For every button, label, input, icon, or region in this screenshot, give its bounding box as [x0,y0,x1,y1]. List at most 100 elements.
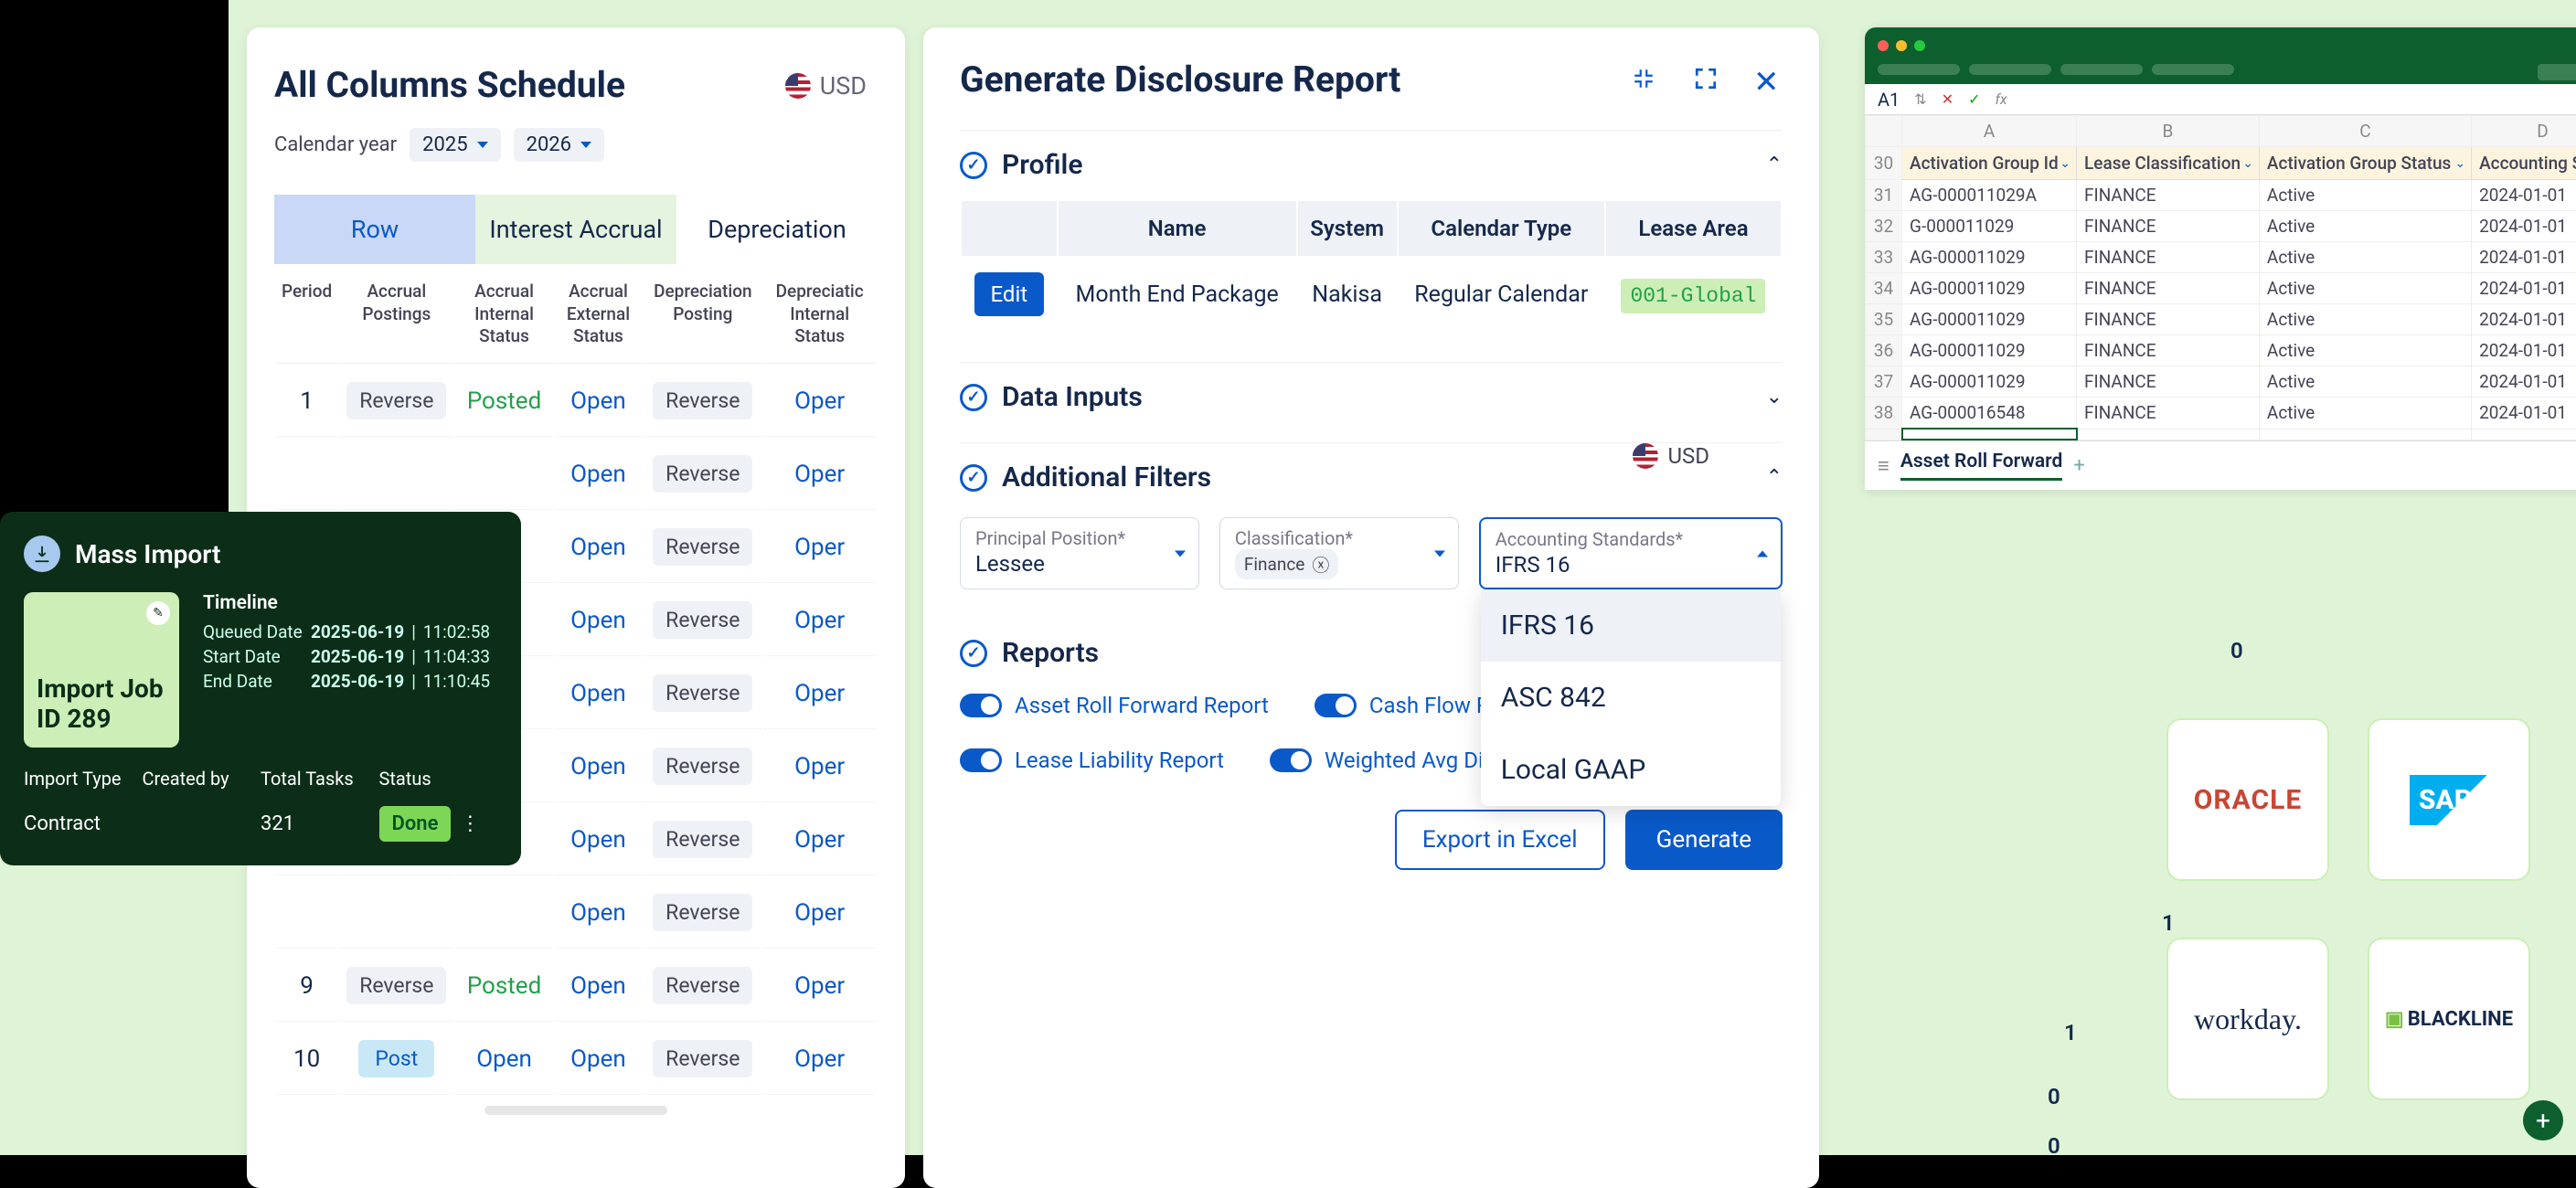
tab-interest-accrual[interactable]: Interest Accrual [475,195,676,264]
chevron-down-icon [477,142,488,148]
principal-position-dropdown[interactable]: Principal Position* Lessee [960,517,1199,589]
chevron-down-icon: ⌄ [2454,156,2465,171]
table-row: 10PostOpenOpenReverseOper [276,1024,876,1095]
table-row[interactable]: 38AG-000016548FINANCEActive2024-01-01 [1866,398,2576,430]
accept-icon[interactable]: ✓ [1968,90,1980,108]
reverse-button[interactable]: Reverse [653,894,752,931]
reverse-button[interactable]: Reverse [653,601,752,639]
timeline-block: Timeline Queued Date2025-06-19|11:02:58 … [203,592,490,748]
flag-icon [785,73,811,99]
reverse-button[interactable]: Reverse [346,382,446,419]
table-row[interactable]: 33AG-000011029FINANCEActive2024-01-01 [1866,242,2576,273]
chevron-down-icon[interactable]: ⌄ [1766,386,1783,408]
close-icon[interactable]: ✕ [1753,64,1783,93]
ribbon-tab[interactable] [2152,64,2234,75]
workday-logo: workday. [2166,938,2329,1100]
chevron-down-icon: ⌄ [2242,156,2253,171]
table-row[interactable]: 35AG-000011029FINANCEActive2024-01-01 [1866,304,2576,335]
sap-logo: SAP [2368,718,2530,881]
window-max-dot[interactable] [1914,40,1925,51]
lease-area-tag: 001-Global [1621,279,1765,313]
ribbon-tab[interactable] [1878,64,1960,75]
chevron-down-icon [580,142,591,148]
check-icon: ✓ [960,640,987,667]
hamburger-icon[interactable]: ≡ [1878,454,1889,478]
accounting-standards-dropdown[interactable]: Accounting Standards* IFRS 16 IFRS 16 AS… [1479,517,1783,589]
window-min-dot[interactable] [1896,40,1907,51]
disclosure-report-panel: Generate Disclosure Report ✕ ✓ Profile ⌃… [923,27,1819,1188]
additional-filters-section: ✓ Additional Filters USD ⌃ Principal Pos… [960,442,1783,589]
year-2025-dropdown[interactable]: 2025 [410,128,500,162]
table-row[interactable]: 36AG-000011029FINANCEActive2024-01-01 [1866,335,2576,366]
mass-import-panel: Mass Import ✎ Import Job ID 289 Timeline… [0,512,521,865]
reverse-button[interactable]: Reverse [653,967,752,1004]
table-row[interactable]: 37AG-000011029FINANCEActive2024-01-01 [1866,366,2576,398]
chevron-up-icon [1757,550,1768,557]
reverse-button[interactable]: Reverse [653,1040,752,1077]
window-close-dot[interactable] [1878,40,1889,51]
check-icon: ✓ [960,464,987,492]
fab-add-button[interactable]: + [2523,1100,2563,1140]
option-local-gaap[interactable]: Local GAAP [1481,734,1781,806]
chevron-up-icon[interactable]: ⌃ [1766,466,1783,489]
reverse-button[interactable]: Reverse [653,382,752,419]
table-row: 9ReversePostedOpenReverseOper [276,950,876,1022]
table-row[interactable]: 34AG-000011029FINANCEActive2024-01-01 [1866,273,2576,304]
option-ifrs16[interactable]: IFRS 16 [1481,589,1781,662]
check-icon: ✓ [960,384,987,411]
toggle-cash-flow[interactable] [1315,694,1357,717]
reverse-button[interactable]: Reverse [346,967,446,1004]
toggle-lease-liability[interactable] [960,748,1002,772]
ribbon-tab[interactable] [2060,64,2143,75]
chevron-down-icon [1175,550,1186,557]
maximize-icon[interactable] [1691,64,1720,93]
mass-import-title: Mass Import [75,539,220,569]
search-icon[interactable] [2538,64,2576,80]
add-sheet-icon[interactable]: + [2073,454,2084,477]
edit-button[interactable]: Edit [974,272,1045,316]
active-cell-ref[interactable]: A1 [1878,89,1900,111]
cancel-icon[interactable]: ✕ [1942,90,1953,108]
profile-section: ✓ Profile ⌃ Name System Calendar Type Le… [960,130,1783,333]
check-icon: ✓ [960,152,987,179]
chevron-down-icon [1434,550,1445,557]
horizontal-scrollbar[interactable] [484,1106,667,1115]
year-2026-dropdown[interactable]: 2026 [514,128,604,162]
table-row[interactable]: 31AG-000011029AFINANCEActive2024-01-01 [1866,180,2576,211]
table-row: OpenReverseOper [276,877,876,949]
dropdown-menu: IFRS 16 ASC 842 Local GAAP [1481,589,1781,806]
option-asc842[interactable]: ASC 842 [1481,662,1781,734]
toggle-asset-roll-forward[interactable] [960,694,1002,717]
reverse-button[interactable]: Reverse [653,528,752,566]
up-down-icon[interactable]: ⇅ [1914,90,1926,108]
flag-icon [1633,443,1658,469]
table-row[interactable]: 32G-000011029FINANCEActive2024-01-01 [1866,211,2576,242]
tab-depreciation[interactable]: Depreciation [676,195,878,264]
chevron-up-icon[interactable]: ⌃ [1766,154,1783,176]
sheet-tab[interactable]: Asset Roll Forward [1900,451,2062,481]
classification-chip[interactable]: Financeⓧ [1235,549,1338,579]
classification-dropdown[interactable]: Classification* Financeⓧ [1219,517,1459,589]
table-row: OpenReverseOper [276,439,876,510]
post-button[interactable]: Post [358,1040,434,1077]
calendar-year-label: Calendar year [274,133,397,156]
data-inputs-section[interactable]: ✓ Data Inputs ⌄ [960,362,1783,413]
import-job-card[interactable]: ✎ Import Job ID 289 [24,592,179,748]
export-excel-button[interactable]: Export in Excel [1395,810,1605,870]
generate-button[interactable]: Generate [1625,810,1783,870]
ribbon-tab[interactable] [1969,64,2051,75]
toggle-weighted-avg[interactable] [1270,748,1312,772]
spreadsheet-grid[interactable]: A B C D 30 Activation Group Id⌄ Lease Cl… [1865,115,2576,440]
reverse-button[interactable]: Reverse [653,821,752,858]
reverse-button[interactable]: Reverse [653,748,752,785]
reverse-button[interactable]: Reverse [653,455,752,493]
fx-label: fx [1996,90,2007,108]
more-icon[interactable]: ⋮ [460,812,480,835]
minimize-icon[interactable] [1629,64,1658,93]
reverse-button[interactable]: Reverse [653,674,752,712]
currency-display: USD [785,71,867,101]
tab-row[interactable]: Row [274,195,475,264]
table-row: 1ReversePostedOpenReverseOper [276,366,876,437]
edit-icon[interactable]: ✎ [146,601,170,625]
remove-chip-icon: ⓧ [1312,552,1329,577]
